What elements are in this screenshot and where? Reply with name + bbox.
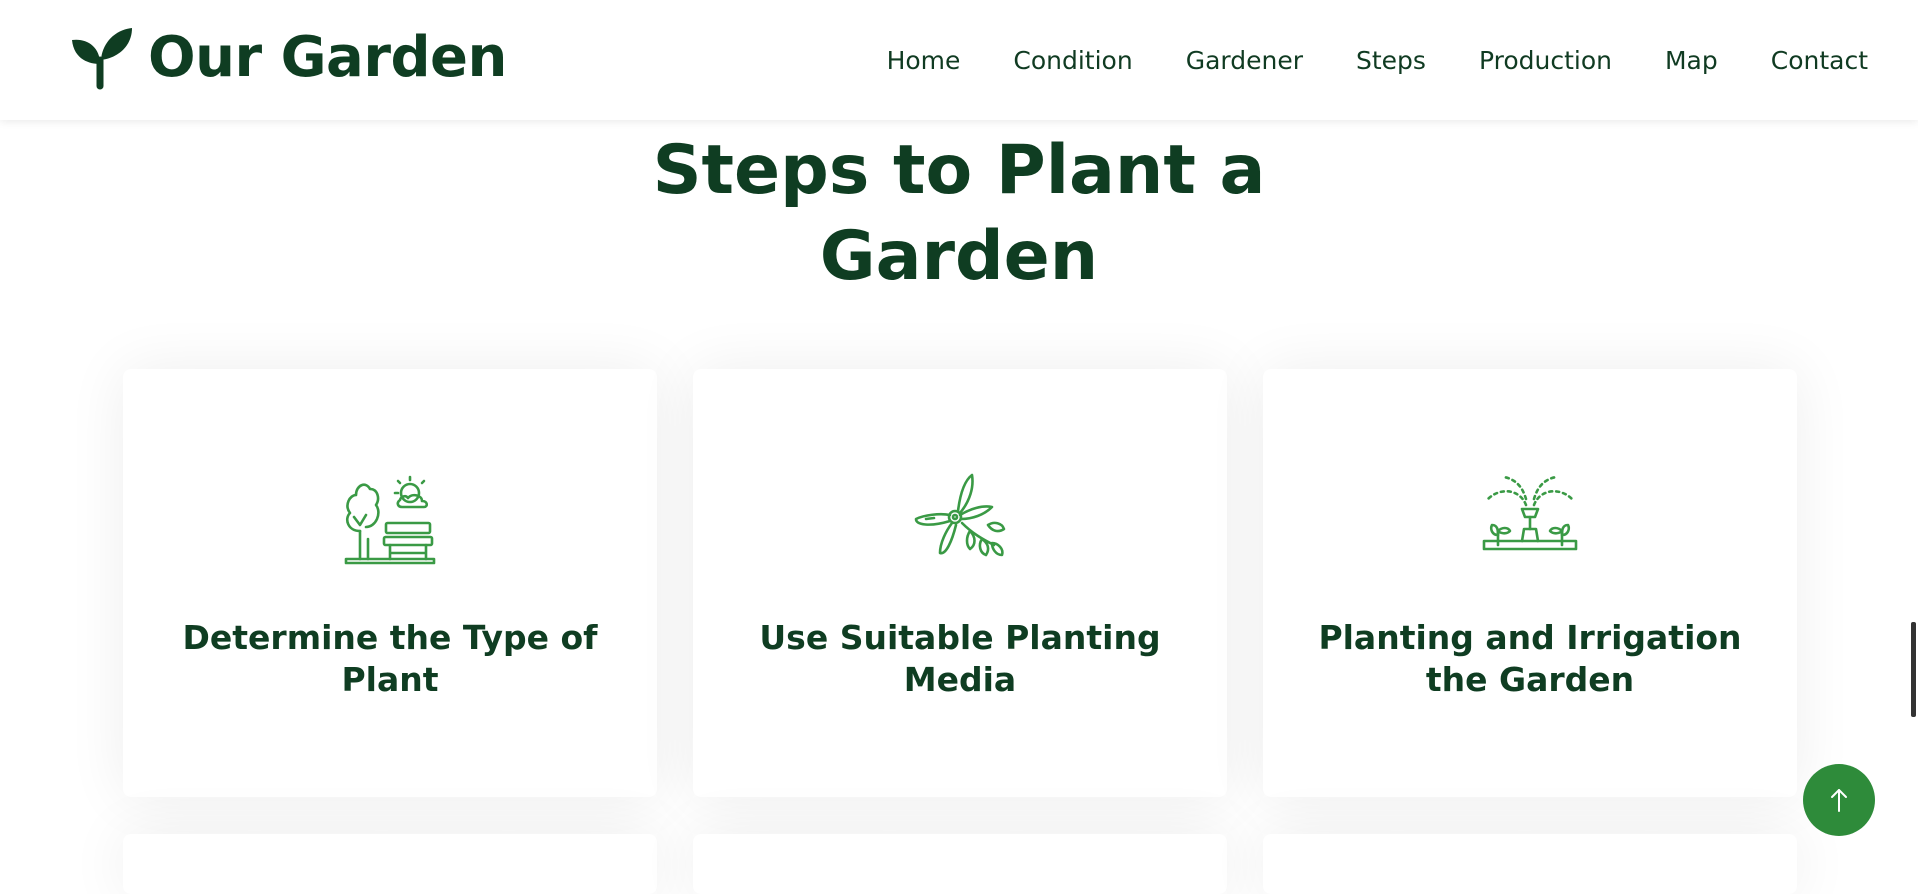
back-to-top-button[interactable]	[1803, 764, 1875, 836]
nav-link-condition[interactable]: Condition	[1013, 44, 1132, 78]
step-card	[1263, 834, 1797, 894]
step-card-title: Use Suitable Planting Media	[759, 618, 1161, 699]
section-title: Steps to Plant a Garden	[0, 128, 1918, 300]
sprout-icon	[72, 28, 132, 90]
brand-name: Our Garden	[148, 25, 507, 90]
step-card: Planting and Irrigation the Garden	[1263, 369, 1797, 797]
main-nav: Home Condition Gardener Steps Production…	[834, 44, 1868, 78]
step-card-title: Determine the Type of Plant	[182, 618, 598, 699]
nav-link-map[interactable]: Map	[1665, 44, 1718, 78]
scrollbar-thumb[interactable]	[1911, 622, 1916, 717]
step-card-title: Planting and Irrigation the Garden	[1318, 618, 1742, 699]
arrow-up-icon	[1831, 789, 1847, 812]
sprinkler-irrigation-icon	[1482, 475, 1578, 551]
nav-link-steps[interactable]: Steps	[1356, 44, 1426, 78]
nav-link-production[interactable]: Production	[1479, 44, 1612, 78]
step-card: Use Suitable Planting Media	[693, 369, 1227, 797]
nav-link-gardener[interactable]: Gardener	[1186, 44, 1303, 78]
nav-link-home[interactable]: Home	[887, 44, 961, 78]
step-card	[693, 834, 1227, 894]
nav-link-contact[interactable]: Contact	[1771, 44, 1868, 78]
pruning-shears-icon	[914, 473, 1006, 557]
site-header: Our Garden Home Condition Gardener Steps…	[0, 0, 1918, 120]
step-card	[123, 834, 657, 894]
step-card: Determine the Type of Plant	[123, 369, 657, 797]
section-title-line2: Garden	[819, 217, 1099, 296]
park-tree-bench-icon	[344, 475, 436, 565]
brand-logo[interactable]: Our Garden	[70, 26, 507, 90]
section-title-line1: Steps to Plant a	[652, 131, 1266, 210]
